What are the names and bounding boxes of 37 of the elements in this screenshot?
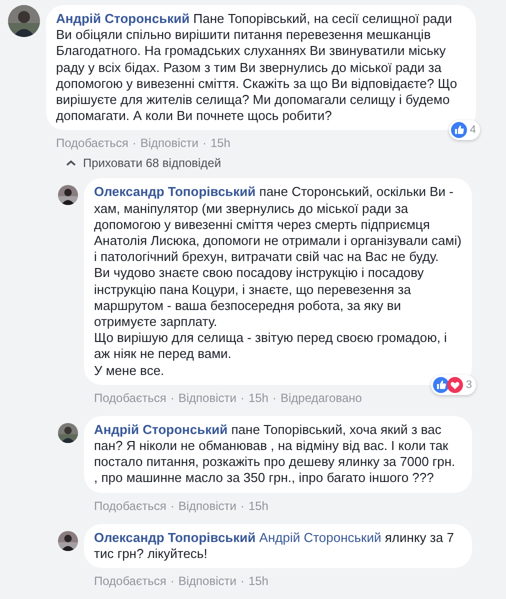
comment-text: Олександр Топорівський Андрій Сторонський ялинку за 7 тис грн? лікуйтесь! [94,530,455,562]
action-link[interactable]: Відповісти [178,390,236,405]
separator-dot: · [132,136,136,150]
action-link[interactable]: Відповісти [178,498,236,513]
separator-dot: · [170,390,174,405]
author-link[interactable]: Андрій Сторонський [56,11,190,26]
like-icon [432,376,449,393]
separator-dot: · [240,574,244,588]
reaction-badge[interactable]: 4 [448,120,480,140]
action-link[interactable]: Подобається [94,390,166,405]
reaction-badge[interactable]: 3 [430,374,476,395]
action-link[interactable]: 15h [248,574,268,588]
like-icon [450,122,467,138]
author-link[interactable]: Олександр Топорівський [94,184,256,200]
chevron-up-icon [66,160,76,166]
separator-dot: · [170,574,174,588]
separator-dot: · [170,498,174,513]
separator-dot: · [272,390,276,405]
action-link[interactable]: Подобається [94,498,166,513]
separator-dot: · [240,390,244,405]
action-link[interactable]: 15h [210,136,230,150]
reaction-count: 3 [466,378,472,391]
mention-link[interactable]: Андрій Сторонський [259,530,382,545]
separator-dot: · [202,136,206,150]
action-link[interactable]: Відповісти [140,136,198,150]
author-link[interactable]: Андрій Сторонський [94,422,228,437]
action-link[interactable]: 15h [248,390,268,405]
hide-replies-link[interactable]: Приховати 68 відповідей [66,156,222,170]
author-link[interactable]: Олександр Топорівський [94,530,256,545]
separator-dot: · [240,498,244,513]
action-link[interactable]: Відповісти [178,574,236,588]
reaction-count: 4 [470,124,476,136]
action-link[interactable]: Подобається [56,136,128,150]
comment-text: Андрій Сторонський пане Топорівський, хоча який з вас пан? Я ніколи не обманював , на відміну від вас. І коли так постало питання, розкажіть про дешеву ялинку за 7000 грн. , про машинне масло за 350 грн., іпро багато іншого ??? [94,422,456,487]
action-link[interactable]: Відредаговано [280,390,362,405]
action-link[interactable]: Подобається [94,574,166,588]
action-link[interactable]: 15h [248,498,268,513]
